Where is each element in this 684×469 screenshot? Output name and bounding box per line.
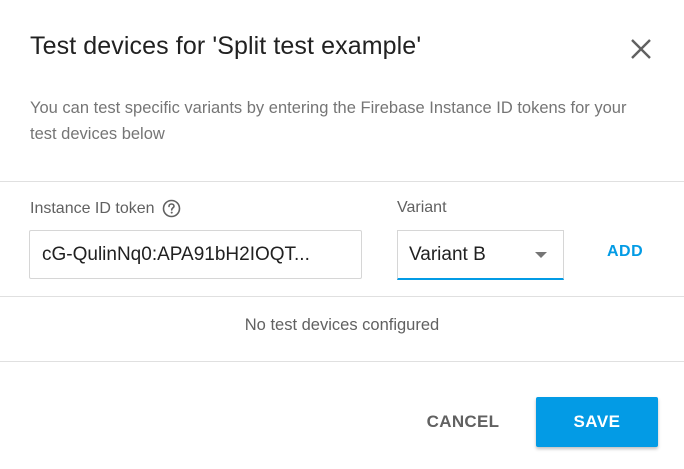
- dialog-title: Test devices for 'Split test example': [30, 32, 422, 60]
- add-button[interactable]: ADD: [601, 241, 649, 263]
- close-button[interactable]: [622, 30, 660, 68]
- dialog-description: You can test specific variants by enteri…: [30, 99, 627, 143]
- form-divider: [0, 296, 684, 297]
- instance-id-token-input[interactable]: [29, 230, 362, 279]
- help-circle-icon[interactable]: [162, 199, 181, 218]
- close-icon: [631, 39, 651, 59]
- save-button[interactable]: SAVE: [536, 397, 658, 447]
- instance-id-token-label: Instance ID token: [30, 199, 181, 218]
- instance-id-token-label-text: Instance ID token: [30, 199, 155, 217]
- dropdown-arrow-icon: [535, 252, 547, 258]
- list-divider: [0, 361, 684, 362]
- test-devices-dialog: Test devices for 'Split test example' Yo…: [0, 0, 684, 469]
- empty-state-message: No test devices configured: [244, 316, 440, 334]
- variant-select[interactable]: Variant B: [397, 230, 564, 280]
- variant-selected-value: Variant B: [409, 243, 486, 265]
- header-divider: [0, 181, 684, 182]
- variant-label: Variant: [397, 199, 447, 216]
- cancel-button[interactable]: CANCEL: [412, 397, 514, 447]
